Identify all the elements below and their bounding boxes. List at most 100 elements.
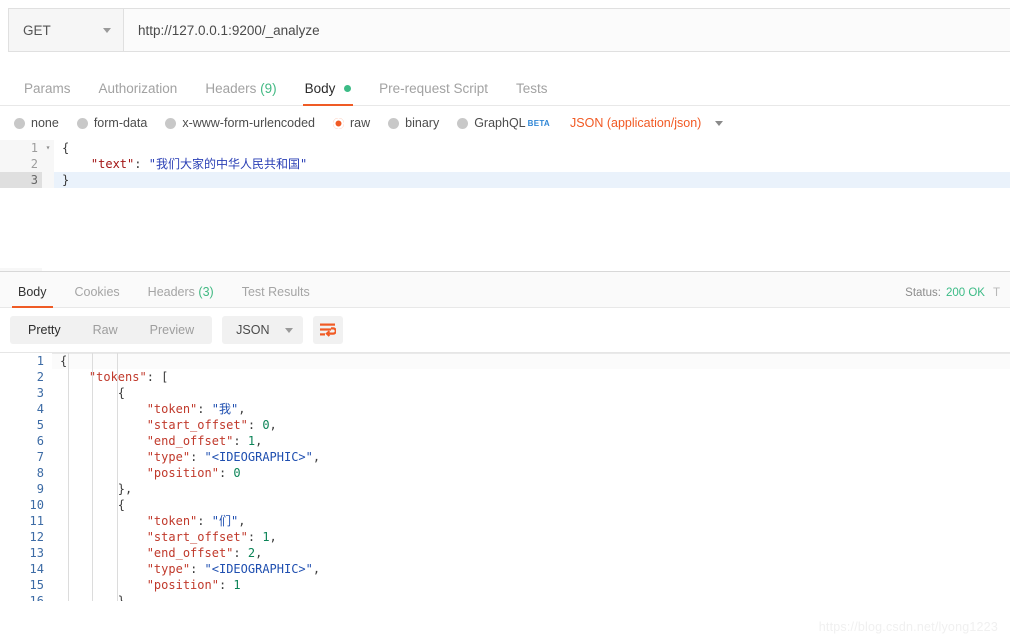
tab-pre-request-script[interactable]: Pre-request Script [365,81,502,105]
radio-icon [457,117,469,129]
body-type-raw[interactable]: raw [333,116,370,130]
view-mode-raw-label: Raw [92,323,118,337]
body-type-none-label: none [31,116,59,130]
body-type-binary[interactable]: binary [388,116,439,130]
tab-authorization[interactable]: Authorization [85,81,192,105]
line-number: 13 [0,545,52,561]
view-mode-pretty-label: Pretty [28,323,61,337]
status-badge: 200 OK [945,287,985,299]
code-line: 1{ [0,353,1010,369]
response-tab-body-label: Body [18,285,47,299]
code-line: 13 "end_offset": 2, [0,545,1010,561]
watermark: https://blog.csdn.net/lyong1223 [818,620,998,634]
code-text: { [60,354,68,368]
response-tab-cookies[interactable]: Cookies [61,285,134,307]
line-number: 7 [0,449,52,465]
tab-pre-request-script-label: Pre-request Script [379,81,488,96]
code-text: "start_offset": 0, [146,418,277,432]
radio-icon [388,117,400,129]
body-type-urlencoded[interactable]: x-www-form-urlencoded [165,116,315,130]
code-text: "token": "我", [146,402,246,416]
request-body-editor[interactable]: 1 ▾{2 "text": "我们大家的中华人民共和国" 3} [0,140,1010,268]
code-line: 12 "start_offset": 1, [0,529,1010,545]
line-number: 14 [0,561,52,577]
tab-body[interactable]: Body [291,81,366,106]
line-number: 16 [0,593,52,601]
code-text: { [60,498,126,512]
fold-toggle-icon[interactable]: ▾ [42,140,54,156]
response-view-mode-group: Pretty Raw Preview [10,316,213,344]
line-number: 3 [0,385,52,401]
tab-tests[interactable]: Tests [502,81,562,105]
word-wrap-icon [320,323,337,337]
http-method-label: GET [23,22,51,38]
code-line: 6 "end_offset": 1, [0,433,1010,449]
http-method-select[interactable]: GET [9,9,124,51]
line-number: 1 [0,353,52,369]
view-mode-pretty[interactable]: Pretty [12,316,77,344]
code-line: 7 "type": "<IDEOGRAPHIC>", [0,449,1010,465]
code-line: 2 "tokens": [ [0,369,1010,385]
body-type-binary-label: binary [405,116,440,130]
line-number: 4 [0,401,52,417]
response-format-select[interactable]: JSON [222,316,304,344]
body-type-graphql[interactable]: GraphQL BETA [457,116,550,130]
word-wrap-button[interactable] [313,316,344,344]
body-type-none[interactable]: none [14,116,59,130]
code-line: 4 "token": "我", [0,401,1010,417]
code-line: 2 "text": "我们大家的中华人民共和国" [0,156,1010,172]
url-input[interactable]: http://127.0.0.1:9200/_analyze [124,9,1010,51]
response-status: Status: 200 OK T [905,287,1010,307]
view-mode-preview[interactable]: Preview [134,316,210,344]
response-header: Body Cookies Headers (3) Test Results St… [0,272,1010,308]
body-type-urlencoded-label: x-www-form-urlencoded [182,116,315,130]
response-tab-headers-label: Headers [147,285,195,299]
code-text: } [62,173,70,187]
response-tab-cookies-label: Cookies [74,285,120,299]
body-type-graphql-label: GraphQL [474,116,526,130]
radio-icon [14,117,25,129]
code-line: 9 }, [0,481,1010,497]
tab-headers[interactable]: Headers (9) [191,81,290,105]
line-number: 15 [0,577,52,593]
body-type-form-data[interactable]: form-data [76,116,148,130]
graphql-beta-badge: BETA [527,118,551,128]
content-type-select[interactable]: JSON (application/json) [570,116,701,130]
line-number: 11 [0,513,52,529]
code-line: 16 } [0,593,1010,601]
response-tab-headers[interactable]: Headers (3) [134,285,228,307]
tab-body-label: Body [304,81,336,96]
fold-toggle-icon [42,172,54,188]
response-tab-test-results[interactable]: Test Results [228,285,324,307]
chevron-down-icon [103,27,111,33]
code-text: }, [60,482,133,496]
code-text: "end_offset": 1, [146,434,263,448]
tab-params-label: Params [24,81,71,96]
view-mode-raw[interactable]: Raw [77,316,134,344]
fold-toggle-icon [42,156,54,172]
line-number: 2 [0,156,42,172]
body-type-form-data-label: form-data [93,116,148,130]
code-text: "token": "们", [146,514,246,528]
code-text: "position": 1 [146,578,241,592]
body-filled-dot-icon [344,85,352,92]
response-body-viewer[interactable]: 1{2 "tokens": [3 {4 "token": "我", 5 "star… [0,352,1010,601]
tab-headers-count: (9) [260,81,277,96]
response-tabs: Body Cookies Headers (3) Test Results [4,285,324,308]
request-tabs: Params Authorization Headers (9) Body Pr… [0,68,1010,106]
code-text: "type": "<IDEOGRAPHIC>", [146,562,321,576]
code-text: "end_offset": 2, [146,546,263,560]
tab-authorization-label: Authorization [98,81,178,96]
tab-params[interactable]: Params [10,81,85,105]
chevron-down-icon[interactable] [715,120,724,126]
status-label: Status: [905,287,941,299]
code-line: 5 "start_offset": 0, [0,417,1010,433]
response-tab-test-results-label: Test Results [241,285,310,299]
code-text: "type": "<IDEOGRAPHIC>", [146,450,321,464]
body-type-options: none form-data x-www-form-urlencoded raw… [0,106,1010,140]
request-url-bar: GET http://127.0.0.1:9200/_analyze [8,8,1010,52]
line-number: 6 [0,433,52,449]
tab-headers-label: Headers [205,81,257,96]
response-tab-body[interactable]: Body [4,285,61,308]
view-mode-preview-label: Preview [149,323,195,337]
